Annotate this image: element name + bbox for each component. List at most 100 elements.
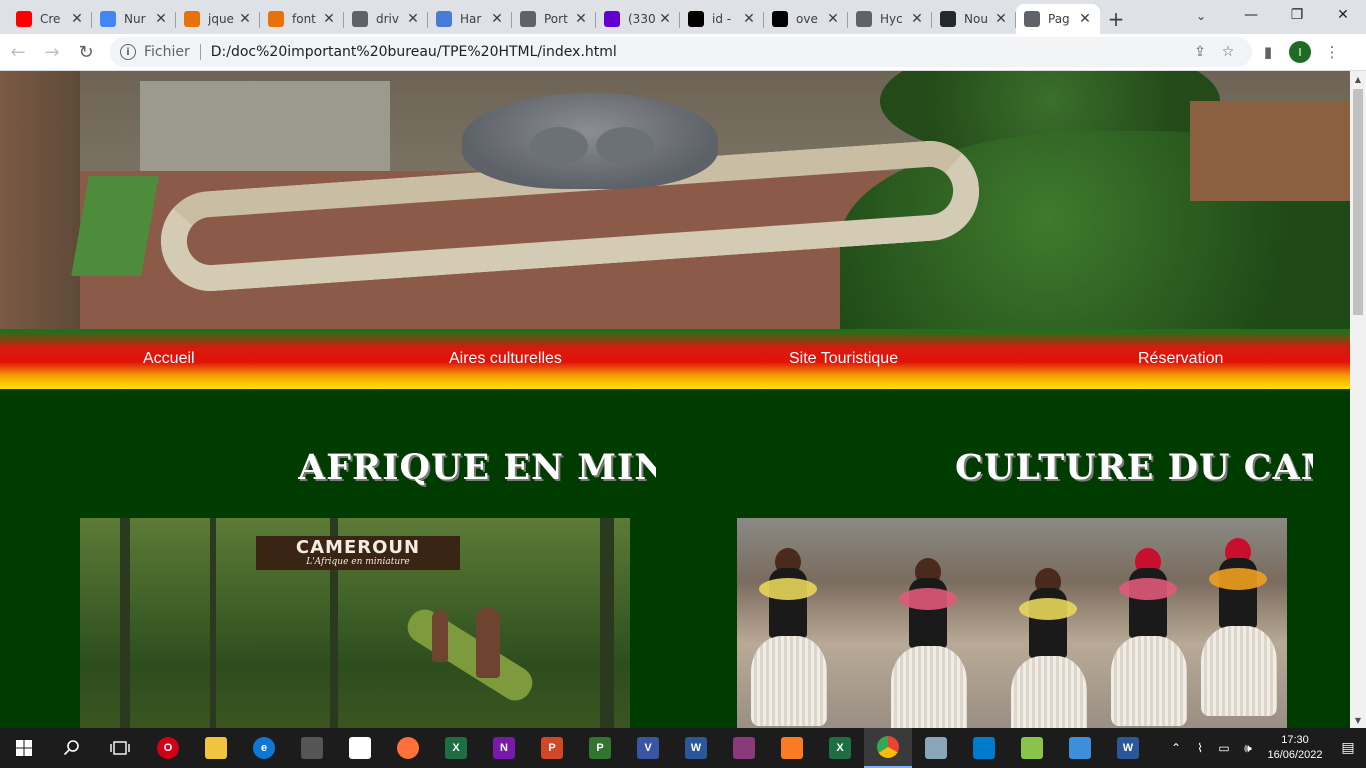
minimize-icon[interactable]: — xyxy=(1228,0,1274,30)
taskbar-app-excel-2[interactable]: X xyxy=(816,728,864,768)
browser-tab[interactable]: Pag ✕ xyxy=(1016,4,1100,34)
browser-tab[interactable]: Har ✕ xyxy=(428,4,512,34)
menu-kebab-icon[interactable]: ⋮ xyxy=(1316,36,1348,68)
bookmark-star-icon[interactable]: ☆ xyxy=(1214,44,1242,60)
taskbar-app-firefox[interactable] xyxy=(384,728,432,768)
section-image-forest[interactable]: CAMEROUN L'Afrique en miniature xyxy=(80,518,630,728)
taskbar-app-notepad[interactable] xyxy=(336,728,384,768)
side-panel-icon[interactable]: ▮ xyxy=(1252,36,1284,68)
notification-icon[interactable]: ▤ xyxy=(1330,740,1366,756)
browser-tab[interactable]: Port ✕ xyxy=(512,4,596,34)
tab-close-icon[interactable]: ✕ xyxy=(322,11,336,27)
word-2-icon: W xyxy=(1117,737,1139,759)
taskbar-app-powerpoint[interactable]: P xyxy=(528,728,576,768)
section-image-dancers[interactable] xyxy=(737,518,1287,728)
taskbar-app-vscode[interactable] xyxy=(960,728,1008,768)
browser-tab[interactable]: jque ✕ xyxy=(176,4,260,34)
tab-close-icon[interactable]: ✕ xyxy=(826,11,840,27)
taskbar-app-visio[interactable]: V xyxy=(624,728,672,768)
notepad-icon xyxy=(349,737,371,759)
browser-tab[interactable]: (330 ✕ xyxy=(596,4,680,34)
chevron-up-icon[interactable]: ⌃ xyxy=(1164,741,1188,755)
browser-tab[interactable]: ove ✕ xyxy=(764,4,848,34)
taskbar-app-xampp[interactable] xyxy=(768,728,816,768)
scroll-thumb[interactable] xyxy=(1353,89,1363,315)
tab-close-icon[interactable]: ✕ xyxy=(910,11,924,27)
profile-button[interactable]: I xyxy=(1284,36,1316,68)
tab-close-icon[interactable]: ✕ xyxy=(154,11,168,27)
tab-close-icon[interactable]: ✕ xyxy=(490,11,504,27)
onenote-icon: N xyxy=(493,737,515,759)
nav-link-accueil[interactable]: Accueil xyxy=(143,329,195,389)
browser-tab[interactable]: Nur ✕ xyxy=(92,4,176,34)
close-window-icon[interactable]: ✕ xyxy=(1320,0,1366,30)
taskbar: Oe X N P P V W X W ⌃ ⌇ ▭ 🕪 17:30 16/06/2022 ▤ xyxy=(0,728,1366,768)
address-url[interactable]: D:/doc%20important%20bureau/TPE%20HTML/i… xyxy=(211,44,1186,60)
tab-close-icon[interactable]: ✕ xyxy=(742,11,756,27)
browser-tab[interactable]: Cre ✕ xyxy=(8,4,92,34)
vertical-scrollbar[interactable]: ▲ ▼ xyxy=(1350,71,1366,728)
taskbar-app-store[interactable] xyxy=(288,728,336,768)
taskbar-app-edge[interactable]: e xyxy=(240,728,288,768)
dancer-figure xyxy=(1197,538,1277,718)
scroll-up-icon[interactable]: ▲ xyxy=(1350,71,1366,87)
tab-close-icon[interactable]: ✕ xyxy=(1078,11,1092,27)
nav-link-site-touristique[interactable]: Site Touristique xyxy=(789,329,898,389)
wifi-icon[interactable]: ⌇ xyxy=(1188,741,1212,755)
start-button[interactable] xyxy=(0,728,48,768)
clock-date: 16/06/2022 xyxy=(1267,749,1323,761)
hero-dome-eye xyxy=(596,127,654,165)
tab-close-icon[interactable]: ✕ xyxy=(658,11,672,27)
battery-icon[interactable]: ▭ xyxy=(1212,741,1236,755)
taskbar-app-project[interactable]: P xyxy=(576,728,624,768)
taskbar-app-winrar[interactable] xyxy=(720,728,768,768)
taskbar-app-paint[interactable] xyxy=(1056,728,1104,768)
taskbar-app-onenote[interactable]: N xyxy=(480,728,528,768)
browser-tab[interactable]: id - ✕ xyxy=(680,4,764,34)
address-bar[interactable]: i Fichier D:/doc%20important%20bureau/TP… xyxy=(110,37,1252,67)
taskbar-app-explorer[interactable] xyxy=(192,728,240,768)
notepad-plus-icon xyxy=(1021,737,1043,759)
reload-icon[interactable]: ↻ xyxy=(70,36,102,68)
forward-arrow-icon[interactable]: → xyxy=(36,36,68,68)
taskbar-app-excel[interactable]: X xyxy=(432,728,480,768)
tab-close-icon[interactable]: ✕ xyxy=(406,11,420,27)
task-view-icon[interactable] xyxy=(96,728,144,768)
globe-icon xyxy=(1024,11,1040,27)
tab-close-icon[interactable]: ✕ xyxy=(238,11,252,27)
taskbar-apps: Oe X N P P V W X W xyxy=(144,728,1152,768)
volume-icon[interactable]: 🕪 xyxy=(1236,741,1260,756)
clock[interactable]: 17:30 16/06/2022 xyxy=(1260,733,1330,763)
taskbar-app-word[interactable]: W xyxy=(672,728,720,768)
browser-tab[interactable]: Nou ✕ xyxy=(932,4,1016,34)
tab-search-icon[interactable]: ⌄ xyxy=(1186,4,1216,28)
taskbar-app-chrome[interactable] xyxy=(864,728,912,768)
browser-tab[interactable]: Hyc ✕ xyxy=(848,4,932,34)
browser-tab[interactable]: driv ✕ xyxy=(344,4,428,34)
new-tab-button[interactable]: + xyxy=(1100,4,1132,34)
word-icon: W xyxy=(685,737,707,759)
browser-tab[interactable]: font ✕ xyxy=(260,4,344,34)
scroll-down-icon[interactable]: ▼ xyxy=(1350,712,1366,728)
nav-link-reservation[interactable]: Réservation xyxy=(1138,329,1223,389)
share-icon[interactable]: ⇪ xyxy=(1186,44,1214,60)
taskbar-app-opera[interactable]: O xyxy=(144,728,192,768)
badge-subtitle: L'Afrique en miniature xyxy=(306,557,410,567)
back-arrow-icon[interactable]: ← xyxy=(2,36,34,68)
tab-close-icon[interactable]: ✕ xyxy=(994,11,1008,27)
site-info-icon[interactable]: i xyxy=(120,44,136,60)
taskbar-app-scanner[interactable] xyxy=(912,728,960,768)
maximize-icon[interactable]: ❐ xyxy=(1274,0,1320,30)
system-tray: ⌃ ⌇ ▭ 🕪 17:30 16/06/2022 ▤ xyxy=(1164,728,1366,768)
tab-close-icon[interactable]: ✕ xyxy=(70,11,84,27)
search-icon[interactable] xyxy=(48,728,96,768)
tab-title: Har xyxy=(460,12,482,26)
tab-close-icon[interactable]: ✕ xyxy=(574,11,588,27)
opera-icon: O xyxy=(157,737,179,759)
paint-icon xyxy=(1069,737,1091,759)
section-title-culture: CULTURE DU CAMEROUN xyxy=(955,447,1313,488)
taskbar-app-word-2[interactable]: W xyxy=(1104,728,1152,768)
tab-title: id - xyxy=(712,12,732,26)
taskbar-app-notepad-plus[interactable] xyxy=(1008,728,1056,768)
nav-link-aires-culturelles[interactable]: Aires culturelles xyxy=(449,329,562,389)
